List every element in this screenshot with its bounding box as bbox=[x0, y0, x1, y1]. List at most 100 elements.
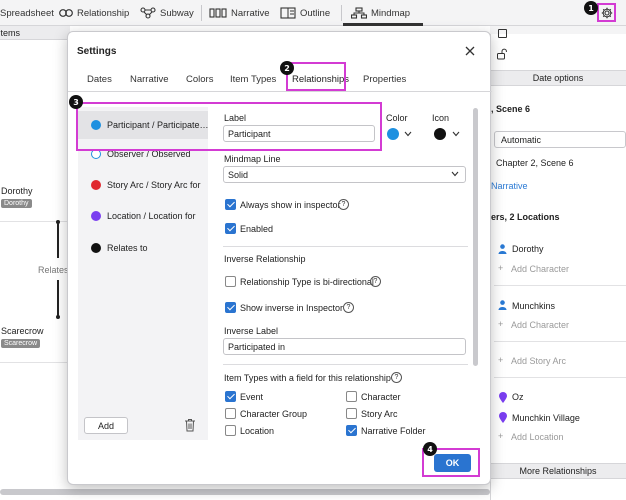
relationship-icon bbox=[59, 9, 73, 17]
tab-properties[interactable]: Properties bbox=[363, 74, 406, 85]
tab-item-types[interactable]: Item Types bbox=[230, 74, 276, 85]
settings-tabs: Dates Narrative Colors Item Types Relati… bbox=[68, 70, 492, 92]
enabled-label: Enabled bbox=[240, 224, 274, 234]
gear-icon bbox=[601, 7, 612, 18]
location-munchkin-village[interactable]: Munchkin Village bbox=[512, 413, 580, 423]
node-scarecrow-tag: Scarecrow bbox=[1, 339, 41, 348]
date-options-header[interactable]: Date options bbox=[490, 70, 626, 86]
add-location-link[interactable]: Add Location bbox=[511, 432, 564, 442]
add-story-arc-link[interactable]: Add Story Arc bbox=[511, 356, 566, 366]
add-character-link[interactable]: Add Character bbox=[511, 264, 569, 274]
trash-icon[interactable] bbox=[184, 418, 196, 432]
bidirectional-checkbox[interactable] bbox=[225, 276, 236, 287]
checkbox-icon[interactable] bbox=[498, 29, 507, 38]
edge-end-dot bbox=[56, 315, 60, 319]
location-oz[interactable]: Oz bbox=[512, 392, 524, 402]
color-dot-icon bbox=[91, 243, 101, 253]
item-type-event-checkbox[interactable] bbox=[225, 391, 236, 402]
bidirectional-label: Relationship Type is bi-directional bbox=[240, 277, 374, 287]
scene-header: , Scene 6 bbox=[491, 104, 531, 114]
plus-icon: + bbox=[498, 319, 504, 329]
toolbar-outline[interactable]: Outline bbox=[280, 6, 330, 20]
icon-swatch[interactable] bbox=[434, 128, 446, 140]
plus-icon: + bbox=[498, 263, 504, 273]
person-icon bbox=[498, 244, 507, 254]
canvas-divider bbox=[0, 362, 70, 363]
color-swatch[interactable] bbox=[387, 128, 399, 140]
character-dorothy[interactable]: Dorothy bbox=[512, 244, 544, 254]
mindmap-icon bbox=[351, 7, 367, 19]
relationship-list: Participant / Participate… Observer / Ob… bbox=[78, 107, 208, 440]
ok-button[interactable]: OK bbox=[434, 454, 471, 472]
toolbar-mindmap-label: Mindmap bbox=[371, 7, 411, 19]
toolbar-outline-label: Outline bbox=[300, 7, 331, 19]
toolbar-mindmap[interactable]: Mindmap bbox=[351, 6, 410, 20]
plus-icon: + bbox=[498, 355, 504, 365]
chevron-down-icon[interactable] bbox=[452, 131, 460, 137]
color-dot-icon bbox=[91, 180, 101, 190]
relationship-item-location[interactable]: Location / Location for bbox=[78, 202, 208, 230]
item-type-character-checkbox[interactable] bbox=[346, 391, 357, 402]
inverse-label-input[interactable]: Participated in bbox=[223, 338, 466, 355]
horizontal-scrollbar[interactable] bbox=[0, 489, 490, 495]
help-icon[interactable]: ? bbox=[391, 372, 402, 383]
inverse-section-title: Inverse Relationship bbox=[224, 254, 306, 264]
help-icon[interactable]: ? bbox=[343, 302, 354, 313]
item-type-story-arc-checkbox[interactable] bbox=[346, 408, 357, 419]
label-field-title: Label bbox=[224, 113, 247, 123]
item-type-narrative-folder-checkbox[interactable] bbox=[346, 425, 357, 436]
location-pin-icon bbox=[499, 412, 507, 423]
toolbar-relationship[interactable]: Relationship bbox=[59, 6, 129, 20]
tab-colors[interactable]: Colors bbox=[186, 74, 213, 85]
toolbar-spreadsheet[interactable]: Spreadsheet bbox=[0, 6, 54, 20]
chapter-scene-text: Chapter 2, Scene 6 bbox=[496, 158, 574, 168]
subway-icon bbox=[140, 7, 156, 19]
toolbar-active-indicator bbox=[343, 23, 423, 26]
label-input[interactable]: Participant bbox=[223, 125, 375, 142]
enabled-checkbox[interactable] bbox=[225, 223, 236, 234]
form-scrollbar[interactable] bbox=[473, 108, 478, 366]
node-scarecrow-name[interactable]: Scarecrow bbox=[1, 326, 44, 336]
mindmap-canvas[interactable] bbox=[0, 26, 70, 500]
tab-dates[interactable]: Dates bbox=[87, 74, 112, 85]
tab-narrative[interactable]: Narrative bbox=[130, 74, 169, 85]
icon-field-title: Icon bbox=[432, 113, 450, 123]
node-dorothy-name[interactable]: Dorothy bbox=[1, 186, 33, 196]
show-inverse-checkbox[interactable] bbox=[225, 302, 236, 313]
toolbar-spreadsheet-label: Spreadsheet bbox=[0, 7, 54, 19]
color-dot-icon bbox=[91, 211, 101, 221]
unlock-icon[interactable] bbox=[496, 48, 508, 60]
callout-badge-2: 2 bbox=[280, 61, 294, 75]
item-type-character-group-checkbox[interactable] bbox=[225, 408, 236, 419]
inspector-panel bbox=[490, 26, 626, 500]
edge-line-top bbox=[57, 222, 59, 258]
toolbar-subway[interactable]: Subway bbox=[140, 6, 194, 20]
date-mode-select[interactable]: Automatic bbox=[494, 131, 626, 148]
relationship-item-relates-to[interactable]: Relates to bbox=[78, 234, 208, 262]
item-type-location-checkbox[interactable] bbox=[225, 425, 236, 436]
help-icon[interactable]: ? bbox=[338, 199, 349, 210]
relationship-label: Story Arc / Story Arc for bbox=[107, 180, 201, 190]
narrative-link[interactable]: Narrative bbox=[491, 181, 528, 191]
location-pin-icon bbox=[499, 392, 507, 403]
mindmap-line-value: Solid bbox=[228, 170, 249, 180]
toolbar-relationship-label: Relationship bbox=[77, 7, 130, 19]
add-relationship-button[interactable]: Add bbox=[84, 417, 128, 434]
add-character-link[interactable]: Add Character bbox=[511, 320, 569, 330]
more-relationships-header[interactable]: More Relationships bbox=[490, 463, 626, 479]
section-divider bbox=[223, 364, 468, 365]
toolbar-narrative[interactable]: Narrative bbox=[209, 6, 270, 20]
person-icon bbox=[498, 300, 507, 310]
character-munchkins[interactable]: Munchkins bbox=[512, 301, 555, 311]
mindmap-line-title: Mindmap Line bbox=[224, 154, 281, 164]
inspector-divider bbox=[494, 285, 626, 286]
relations-count: ers, 2 Locations bbox=[491, 212, 560, 222]
relationship-item-story-arc[interactable]: Story Arc / Story Arc for bbox=[78, 171, 208, 199]
mindmap-line-select[interactable]: Solid bbox=[223, 166, 466, 183]
chevron-down-icon[interactable] bbox=[404, 131, 412, 137]
help-icon[interactable]: ? bbox=[370, 276, 381, 287]
settings-button[interactable] bbox=[597, 3, 616, 22]
close-icon[interactable] bbox=[464, 45, 476, 57]
items-header: Items bbox=[0, 26, 70, 40]
always-show-checkbox[interactable] bbox=[225, 199, 236, 210]
